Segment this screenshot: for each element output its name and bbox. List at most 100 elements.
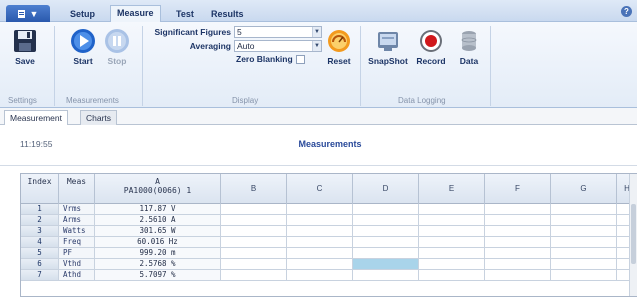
help-icon[interactable]: ? <box>621 6 632 17</box>
empty-cell[interactable] <box>551 226 617 237</box>
tab-test[interactable]: Test <box>170 7 200 22</box>
column-header-d[interactable]: D <box>353 174 419 204</box>
row-value-cell[interactable]: 2.5768 % <box>95 259 221 270</box>
empty-cell[interactable] <box>287 248 353 259</box>
empty-cell[interactable] <box>485 259 551 270</box>
empty-cell[interactable] <box>287 237 353 248</box>
table-row[interactable]: 6 Vthd 2.5768 % <box>21 259 637 270</box>
row-index-cell[interactable]: 3 <box>21 226 59 237</box>
empty-cell[interactable] <box>287 259 353 270</box>
column-header-c[interactable]: C <box>287 174 353 204</box>
tab-measure[interactable]: Measure <box>110 5 161 23</box>
empty-cell[interactable] <box>485 248 551 259</box>
empty-cell[interactable] <box>551 270 617 281</box>
column-header-f[interactable]: F <box>485 174 551 204</box>
empty-cell[interactable] <box>221 215 287 226</box>
tab-results[interactable]: Results <box>205 7 250 22</box>
data-button[interactable]: Data <box>452 28 486 66</box>
stop-button[interactable]: Stop <box>100 28 134 66</box>
empty-cell[interactable] <box>287 215 353 226</box>
row-value-cell[interactable]: 999.20 m <box>95 248 221 259</box>
table-row[interactable]: 2 Arms 2.5610 A <box>21 215 637 226</box>
table-row[interactable]: 1 Vrms 117.87 V <box>21 204 637 215</box>
start-button[interactable]: Start <box>66 28 100 66</box>
table-row[interactable]: 4 Freq 60.016 Hz <box>21 237 637 248</box>
column-header-e[interactable]: E <box>419 174 485 204</box>
table-row[interactable]: 3 Watts 301.65 W <box>21 226 637 237</box>
row-meas-cell[interactable]: Vthd <box>59 259 95 270</box>
empty-cell[interactable] <box>353 237 419 248</box>
zero-blanking-checkbox[interactable] <box>295 54 305 64</box>
row-index-cell[interactable]: 5 <box>21 248 59 259</box>
empty-cell[interactable] <box>419 259 485 270</box>
tab-measurement[interactable]: Measurement <box>4 110 68 126</box>
column-header-b[interactable]: B <box>221 174 287 204</box>
row-value-cell[interactable]: 5.7097 % <box>95 270 221 281</box>
row-index-cell[interactable]: 6 <box>21 259 59 270</box>
empty-cell[interactable] <box>287 204 353 215</box>
empty-cell[interactable] <box>221 204 287 215</box>
application-menu-button[interactable]: ▼ <box>6 5 50 22</box>
tab-charts[interactable]: Charts <box>80 110 118 125</box>
empty-cell[interactable] <box>419 270 485 281</box>
empty-cell[interactable] <box>485 226 551 237</box>
row-value-cell[interactable]: 2.5610 A <box>95 215 221 226</box>
row-index-cell[interactable]: 1 <box>21 204 59 215</box>
reset-button[interactable]: Reset <box>322 28 356 66</box>
empty-cell[interactable] <box>221 237 287 248</box>
empty-cell[interactable] <box>353 215 419 226</box>
empty-cell[interactable] <box>485 270 551 281</box>
empty-cell[interactable] <box>221 248 287 259</box>
empty-cell[interactable] <box>419 215 485 226</box>
row-index-cell[interactable]: 7 <box>21 270 59 281</box>
empty-cell[interactable] <box>353 204 419 215</box>
empty-cell[interactable] <box>353 248 419 259</box>
tab-setup[interactable]: Setup <box>64 7 101 22</box>
significant-figures-select[interactable]: 5 ▼ <box>234 26 322 38</box>
row-meas-cell[interactable]: Athd <box>59 270 95 281</box>
empty-cell[interactable] <box>221 226 287 237</box>
column-header-a[interactable]: A PA1000(0066) 1 <box>95 174 221 204</box>
column-header-index[interactable]: Index <box>21 174 59 204</box>
row-meas-cell[interactable]: Freq <box>59 237 95 248</box>
column-header-meas[interactable]: Meas <box>59 174 95 204</box>
save-button[interactable]: Save <box>8 28 42 66</box>
row-index-cell[interactable]: 4 <box>21 237 59 248</box>
record-button[interactable]: Record <box>414 28 448 66</box>
measurements-grid[interactable]: Index Meas A PA1000(0066) 1 B C D E F G … <box>20 173 637 297</box>
row-meas-cell[interactable]: PF <box>59 248 95 259</box>
empty-cell[interactable] <box>419 226 485 237</box>
empty-cell[interactable] <box>419 237 485 248</box>
row-value-cell[interactable]: 60.016 Hz <box>95 237 221 248</box>
empty-cell[interactable] <box>485 215 551 226</box>
empty-cell[interactable] <box>485 237 551 248</box>
averaging-select[interactable]: Auto ▼ <box>234 40 322 52</box>
snapshot-button[interactable]: SnapShot <box>368 28 408 66</box>
row-meas-cell[interactable]: Arms <box>59 215 95 226</box>
empty-cell[interactable] <box>551 204 617 215</box>
empty-cell[interactable] <box>551 259 617 270</box>
vertical-scrollbar[interactable] <box>629 174 637 296</box>
row-value-cell[interactable]: 117.87 V <box>95 204 221 215</box>
empty-cell[interactable] <box>287 270 353 281</box>
empty-cell[interactable] <box>221 259 287 270</box>
empty-cell[interactable] <box>419 204 485 215</box>
table-row[interactable]: 5 PF 999.20 m <box>21 248 637 259</box>
scrollbar-thumb[interactable] <box>631 204 636 264</box>
row-meas-cell[interactable]: Vrms <box>59 204 95 215</box>
empty-cell[interactable] <box>353 270 419 281</box>
empty-cell[interactable] <box>353 226 419 237</box>
empty-cell[interactable] <box>551 215 617 226</box>
empty-cell[interactable] <box>485 204 551 215</box>
empty-cell[interactable] <box>287 226 353 237</box>
row-value-cell[interactable]: 301.65 W <box>95 226 221 237</box>
empty-cell[interactable] <box>551 248 617 259</box>
table-row[interactable]: 7 Athd 5.7097 % <box>21 270 637 281</box>
row-meas-cell[interactable]: Watts <box>59 226 95 237</box>
empty-cell[interactable] <box>221 270 287 281</box>
empty-cell[interactable] <box>551 237 617 248</box>
row-index-cell[interactable]: 2 <box>21 215 59 226</box>
column-header-g[interactable]: G <box>551 174 617 204</box>
empty-cell[interactable] <box>419 248 485 259</box>
selected-cell[interactable] <box>353 259 419 270</box>
